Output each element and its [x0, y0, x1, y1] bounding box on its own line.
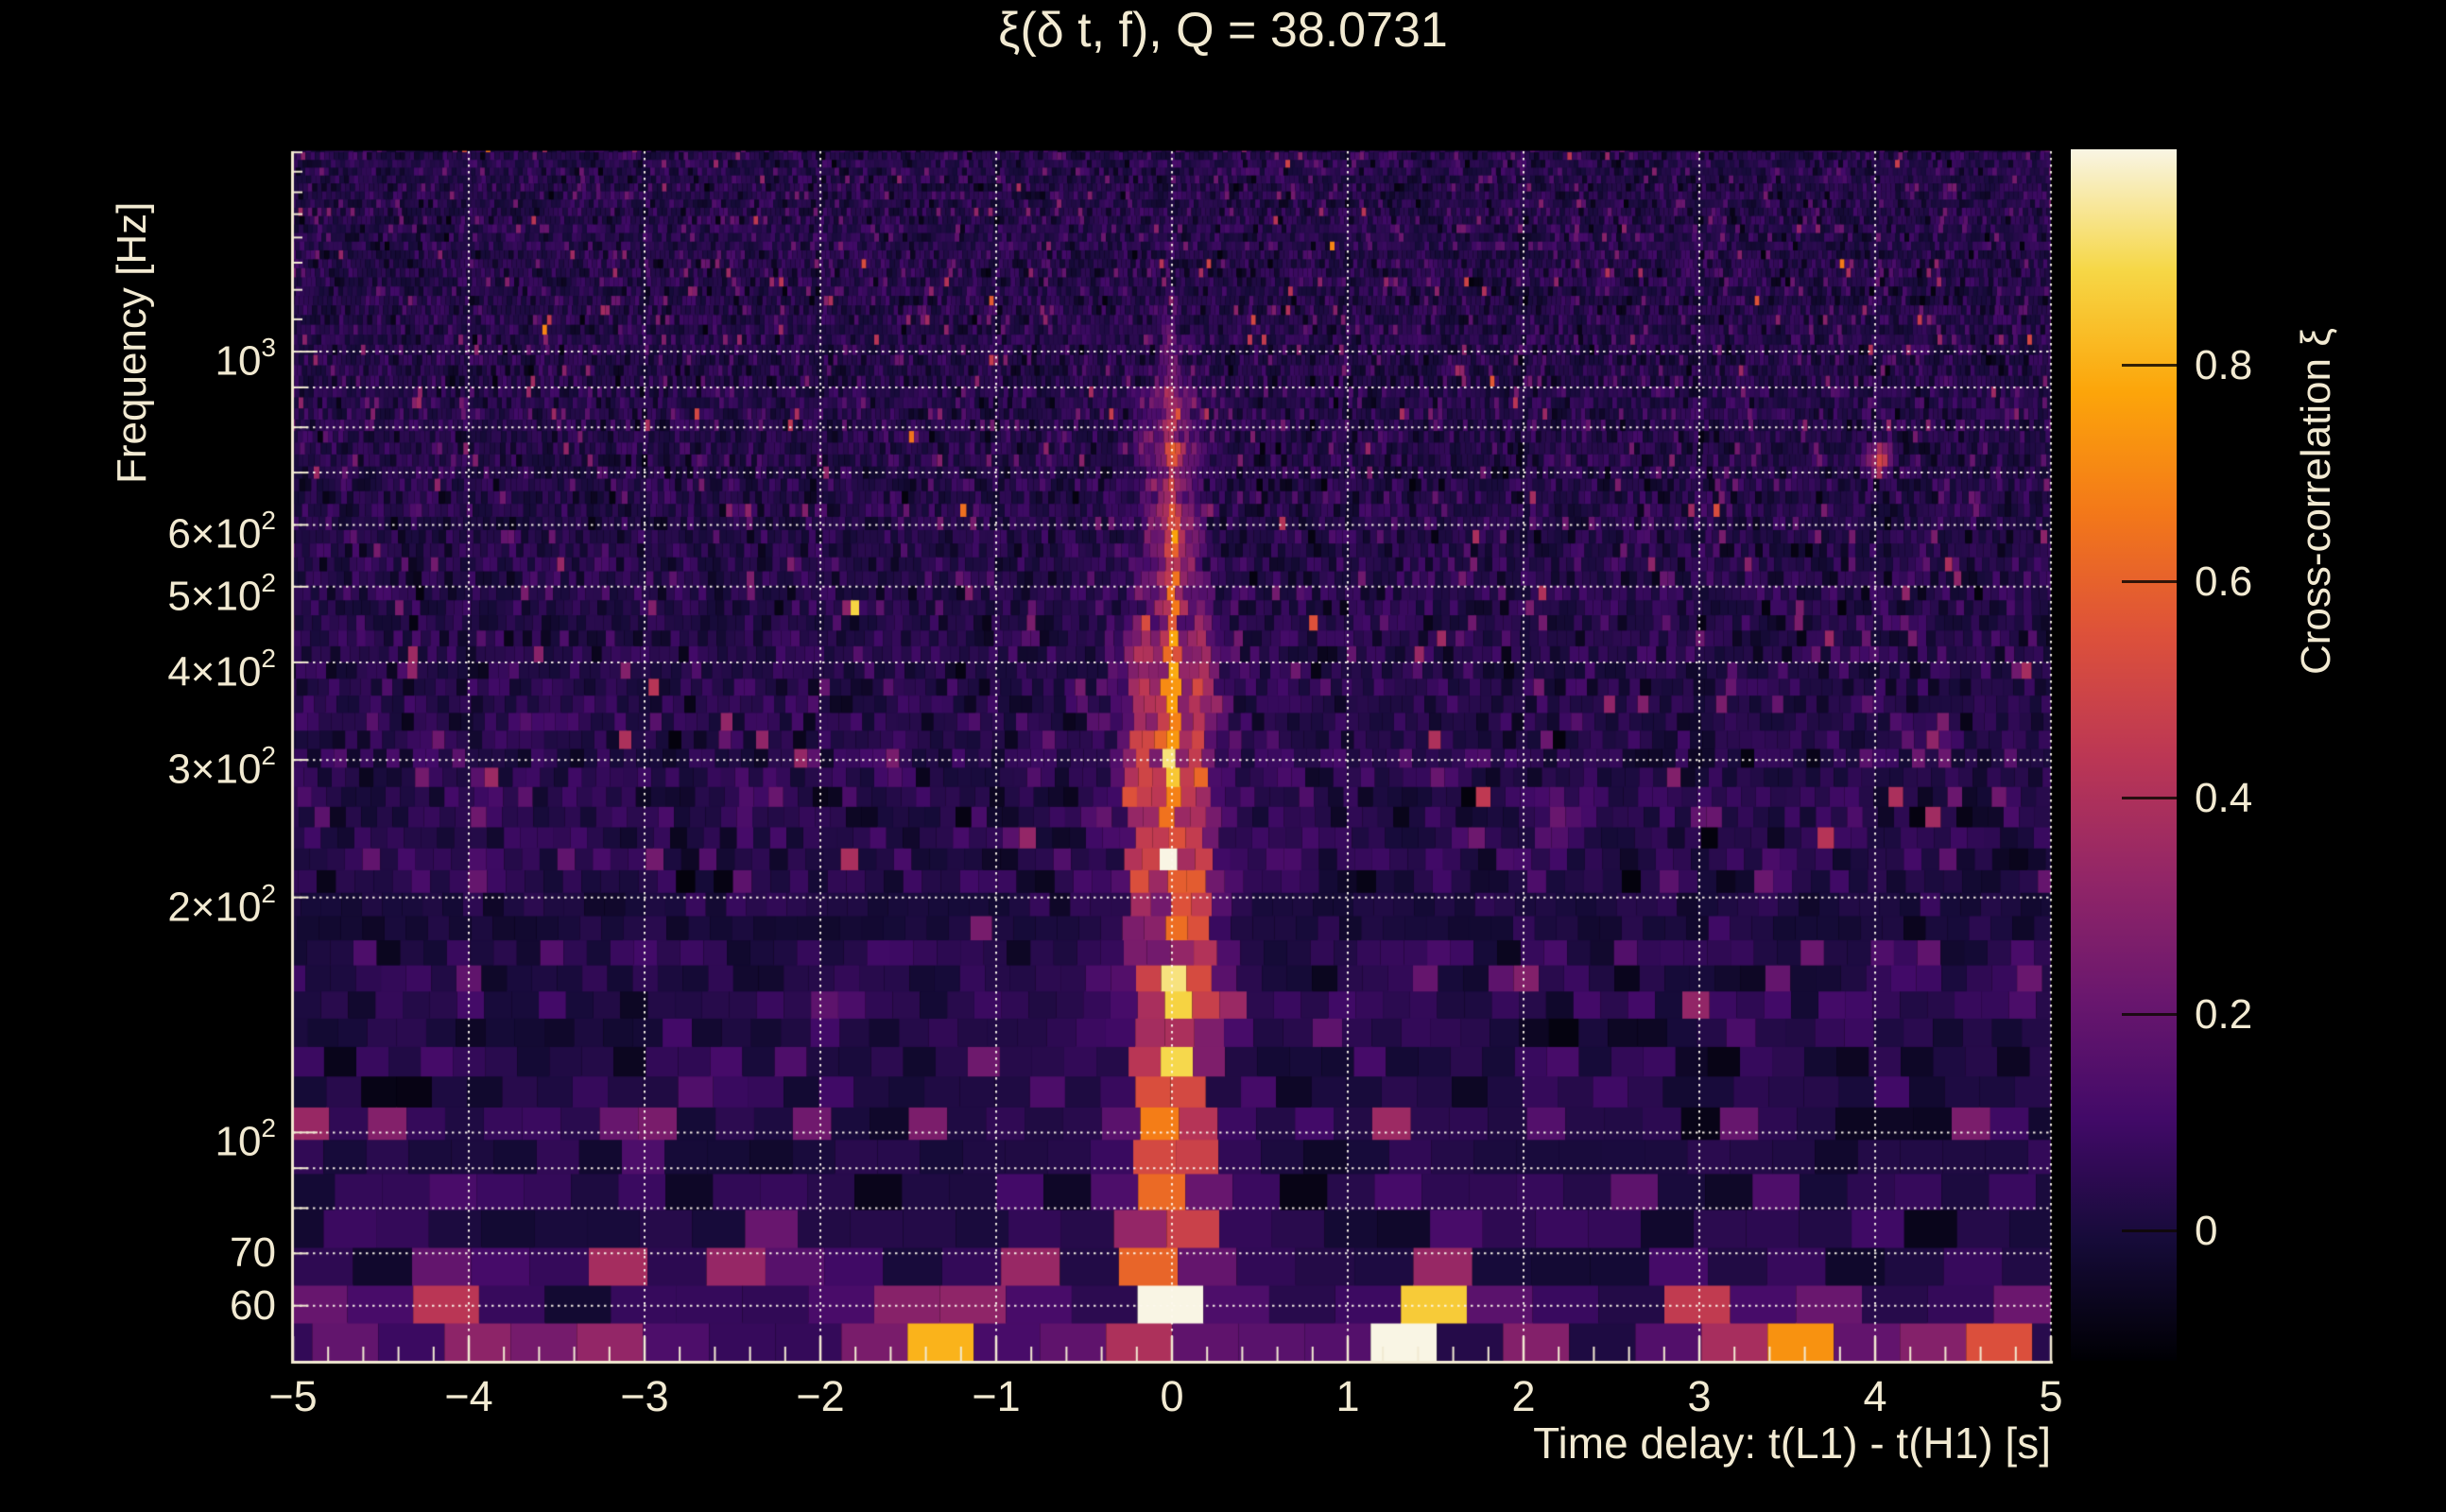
- x-tick-label: −1: [972, 1372, 1021, 1420]
- colorbar-tick-mark: [2122, 364, 2177, 368]
- y-tick-label: 60: [230, 1281, 276, 1329]
- colorbar-tick-mark: [2122, 797, 2177, 800]
- colorbar: [2071, 149, 2177, 1361]
- colorbar-title: Cross-correlation ξ: [2293, 328, 2339, 675]
- colorbar-tick-label: 0.8: [2195, 341, 2253, 388]
- x-tick-label: 5: [2039, 1372, 2063, 1420]
- x-tick-label: 3: [1687, 1372, 1712, 1420]
- colorbar-tick-mark: [2122, 1013, 2177, 1017]
- y-tick-label: 103: [215, 333, 276, 385]
- colorbar-tick-label: 0.2: [2195, 990, 2253, 1038]
- x-tick-label: −2: [796, 1372, 845, 1420]
- y-tick-label: 2×102: [167, 878, 276, 931]
- colorbar-tick-label: 0: [2195, 1207, 2218, 1254]
- x-axis-title: Time delay: t(L1) - t(H1) [s]: [1533, 1418, 2051, 1468]
- x-tick-label: −5: [268, 1372, 318, 1420]
- x-tick-label: 2: [1511, 1372, 1536, 1420]
- plot-title: ξ(δ t, f), Q = 38.0731: [998, 3, 1448, 58]
- y-tick-label: 6×102: [167, 506, 276, 558]
- y-tick-label: 3×102: [167, 741, 276, 793]
- colorbar-tick-mark: [2122, 580, 2177, 584]
- colorbar-tick-label: 0.4: [2195, 774, 2253, 821]
- x-tick-label: −3: [620, 1372, 669, 1420]
- y-tick-label: 70: [230, 1229, 276, 1277]
- x-tick-label: 1: [1335, 1372, 1360, 1420]
- y-tick-label: 4×102: [167, 643, 276, 696]
- colorbar-tick-mark: [2122, 1229, 2177, 1233]
- x-tick-label: 4: [1863, 1372, 1887, 1420]
- x-tick-label: −4: [444, 1372, 493, 1420]
- y-axis-title: Frequency [Hz]: [109, 201, 155, 484]
- colorbar-tick-label: 0.6: [2195, 558, 2253, 605]
- x-tick-label: 0: [1160, 1372, 1184, 1420]
- y-tick-label: 5×102: [167, 567, 276, 620]
- y-tick-label: 102: [215, 1113, 276, 1166]
